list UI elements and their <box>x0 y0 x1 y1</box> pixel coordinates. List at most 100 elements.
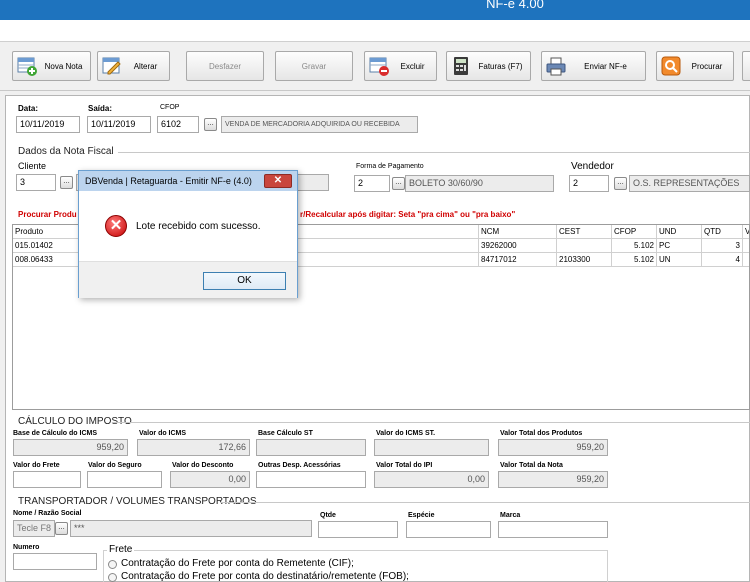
product-navigation-hint: r/Recalcular após digitar: Seta "pra cim… <box>300 210 516 219</box>
icms-st-field <box>374 439 489 456</box>
save-button[interactable]: Gravar <box>275 51 353 81</box>
carrier-name-label: Nome / Razão Social <box>13 510 82 517</box>
number-label: Numero <box>13 544 40 551</box>
col-und[interactable]: UND <box>657 225 702 239</box>
discount-label: Valor do Desconto <box>172 462 234 469</box>
freight-cif-label: Contratação do Frete por conta do Remete… <box>121 558 354 569</box>
transport-divider <box>220 502 750 503</box>
col-value[interactable]: V <box>743 225 749 239</box>
seller-lookup-button[interactable]: … <box>614 177 627 190</box>
total-products-field: 959,20 <box>498 439 608 456</box>
fiscal-section-title: Dados da Nota Fiscal <box>18 146 114 157</box>
col-cfop[interactable]: CFOP <box>612 225 657 239</box>
quantity-label: Qtde <box>320 512 336 519</box>
col-qtd[interactable]: QTD <box>702 225 743 239</box>
ipi-label: Valor Total do IPI <box>376 462 433 469</box>
undo-button[interactable]: Desfazer <box>186 51 264 81</box>
carrier-lookup-button[interactable]: … <box>55 522 68 535</box>
date-label: Data: <box>18 104 39 113</box>
freight-value-input[interactable] <box>13 471 81 488</box>
cell-cest <box>557 239 612 253</box>
cfop-label: CFOP <box>160 104 180 111</box>
brand-label: Marca <box>500 512 521 519</box>
quantity-input[interactable] <box>318 521 398 538</box>
base-icms-field: 959,20 <box>13 439 128 456</box>
delete-button[interactable]: Excluir <box>364 51 437 81</box>
icms-field: 172,66 <box>137 439 250 456</box>
exit-label: Saída: <box>88 104 113 113</box>
product-search-hint: Procurar Produ <box>18 210 77 219</box>
exit-date-input[interactable]: 10/11/2019 <box>87 116 151 133</box>
carrier-name-field: *** <box>70 520 312 537</box>
dialog-footer: OK <box>79 261 297 298</box>
dialog-message: Lote recebido com sucesso. <box>136 221 261 232</box>
freight-fob-label: Contratação do Frete por conta do destin… <box>121 571 409 582</box>
seller-description: O.S. REPRESENTAÇÕES <box>629 175 750 192</box>
more-button[interactable] <box>742 51 750 81</box>
cell-und: PC <box>657 239 702 253</box>
delete-document-icon <box>369 56 389 76</box>
cfop-input[interactable]: 6102 <box>157 116 199 133</box>
total-invoice-field: 959,20 <box>498 471 608 488</box>
new-document-icon <box>17 56 37 76</box>
freight-fob-radio[interactable] <box>108 573 117 582</box>
menu-strip <box>0 20 750 42</box>
new-note-button[interactable]: Nova Nota <box>12 51 91 81</box>
number-input[interactable] <box>13 553 97 570</box>
insurance-label: Valor do Seguro <box>88 462 142 469</box>
freight-value-label: Valor do Frete <box>13 462 60 469</box>
icms-st-label: Valor do ICMS ST. <box>376 430 436 437</box>
client-label: Cliente <box>18 161 47 171</box>
dialog-close-button[interactable]: ✕ <box>264 174 292 188</box>
window-title: NF-e 4.00 <box>486 0 544 11</box>
send-nfe-button[interactable]: Enviar NF-e <box>541 51 646 81</box>
species-label: Espécie <box>408 512 435 519</box>
tax-divider <box>112 422 750 423</box>
icms-label: Valor do ICMS <box>139 430 187 437</box>
other-expenses-input[interactable] <box>256 471 366 488</box>
freight-group-label: Frete <box>107 544 135 555</box>
total-invoice-label: Valor Total da Nota <box>500 462 563 469</box>
insurance-input[interactable] <box>87 471 162 488</box>
col-cest[interactable]: CEST <box>557 225 612 239</box>
cell-qtd: 3 <box>702 239 743 253</box>
col-ncm[interactable]: NCM <box>479 225 557 239</box>
cfop-description: VENDA DE MERCADORIA ADQUIRIDA OU RECEBID… <box>221 116 418 133</box>
fiscal-divider <box>118 152 750 153</box>
toolbar: Nova Nota Alterar Desfazer Gravar Exclui… <box>0 43 750 91</box>
carrier-code-input[interactable]: Tecle F8 <box>13 520 55 537</box>
discount-field: 0,00 <box>170 471 250 488</box>
message-dialog: DBVenda | Retaguarda - Emitir NF-e (4.0)… <box>78 170 298 298</box>
cfop-lookup-button[interactable]: … <box>204 118 217 131</box>
date-input[interactable]: 10/11/2019 <box>16 116 80 133</box>
cell-ncm: 39262000 <box>479 239 557 253</box>
client-code-input[interactable]: 3 <box>16 174 56 191</box>
other-expenses-label: Outras Desp. Acessórias <box>258 462 341 469</box>
window-title-bar: NF-e 4.00 <box>0 0 750 20</box>
printer-icon <box>546 56 566 76</box>
species-input[interactable] <box>406 521 491 538</box>
payment-lookup-button[interactable]: … <box>392 177 405 190</box>
payment-label: Forma de Pagamento <box>356 163 424 170</box>
ok-button[interactable]: OK <box>203 272 286 290</box>
search-icon <box>661 56 681 76</box>
base-icms-label: Base de Cálculo do ICMS <box>13 430 98 437</box>
seller-code-input[interactable]: 2 <box>569 175 609 192</box>
search-button[interactable]: Procurar <box>656 51 734 81</box>
client-lookup-button[interactable]: … <box>60 176 73 189</box>
cell-cest: 2103300 <box>557 253 612 267</box>
seller-label: Vendedor <box>571 161 614 172</box>
base-st-field <box>256 439 366 456</box>
cell-ncm: 84717012 <box>479 253 557 267</box>
edit-button[interactable]: Alterar <box>97 51 170 81</box>
freight-cif-radio[interactable] <box>108 560 117 569</box>
base-st-label: Base Cálculo ST <box>258 430 313 437</box>
payment-description: BOLETO 30/60/90 <box>405 175 554 192</box>
total-products-label: Valor Total dos Produtos <box>500 430 583 437</box>
edit-document-icon <box>102 56 122 76</box>
cell-qtd: 4 <box>702 253 743 267</box>
cell-und: UN <box>657 253 702 267</box>
payment-code-input[interactable]: 2 <box>354 175 390 192</box>
brand-input[interactable] <box>498 521 608 538</box>
invoices-button[interactable]: Faturas (F7) <box>446 51 531 81</box>
